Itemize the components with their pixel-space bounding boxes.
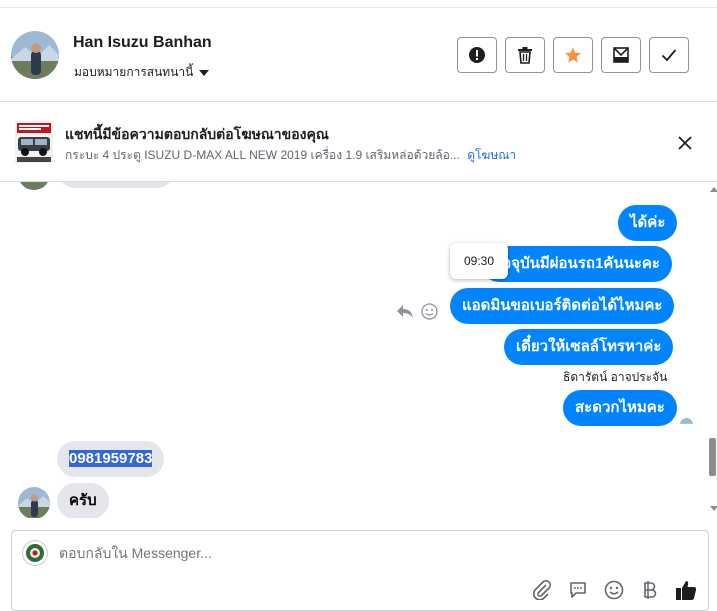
assign-label: มอบหมายการสนทนานี้ (74, 65, 194, 79)
star-icon (565, 47, 581, 63)
reply-input[interactable] (59, 545, 619, 561)
reply-icon[interactable] (396, 303, 414, 319)
archive-icon (613, 47, 629, 63)
message-composer (11, 530, 709, 611)
chevron-down-icon (199, 70, 210, 76)
trash-icon (518, 47, 532, 64)
sender-name-label: ธิดารัตน์ อาจประจัน (563, 370, 668, 384)
message-bubble-outgoing[interactable]: สะดวกไหมคะ (563, 390, 677, 426)
close-banner-button[interactable] (676, 134, 694, 152)
message-bubble-partial (57, 182, 175, 188)
report-icon (469, 47, 485, 63)
scroll-up-arrow[interactable] (710, 187, 717, 192)
message-bubble-outgoing[interactable]: เดี๋ยวให้เซลล์โทรหาค่ะ (504, 329, 674, 365)
contact-avatar[interactable] (11, 31, 59, 79)
payment-button[interactable] (639, 579, 661, 601)
emoji-button[interactable] (603, 579, 625, 601)
ad-banner-title: แชทนี้มีข้อความตอบกลับต่อโฆษณาของคุณ (65, 126, 329, 142)
message-bubble-incoming[interactable]: 0981959783 (57, 441, 165, 477)
view-ad-link[interactable]: ดูโฆษณา (467, 148, 516, 162)
close-icon (678, 136, 692, 150)
scrollbar-thumb[interactable] (709, 438, 716, 476)
page-avatar (22, 540, 48, 566)
thumbs-up-icon (676, 581, 697, 600)
phone-number-text[interactable]: 0981959783 (69, 450, 153, 467)
react-emoji-icon[interactable] (421, 303, 438, 320)
avatar[interactable] (18, 487, 50, 518)
baht-icon (644, 581, 657, 599)
message-bubble-outgoing[interactable]: ได้ค่ะ (618, 205, 678, 241)
smiley-icon (604, 580, 624, 600)
conversation-header: Han Isuzu Banhan มอบหมายการสนทนานี้ (0, 8, 717, 102)
check-icon (661, 49, 677, 62)
ad-reply-banner: แชทนี้มีข้อความตอบกลับต่อโฆษณาของคุณ กระ… (0, 102, 717, 182)
timestamp-tooltip: 09:30 (450, 243, 508, 279)
delete-button[interactable] (505, 37, 545, 73)
mark-done-button[interactable] (649, 37, 689, 73)
message-bubble-incoming[interactable]: ครับ (57, 483, 109, 518)
message-thread[interactable]: ได้ค่ะ ปัจจุบันมีผ่อนรถ1คันนะคะ แอดมินขอ… (0, 182, 717, 518)
message-bubble-outgoing[interactable]: แอดมินขอเบอร์ติดต่อได้ไหมคะ (450, 288, 675, 324)
report-button[interactable] (457, 37, 497, 73)
star-button[interactable] (553, 37, 593, 73)
archive-button[interactable] (601, 37, 641, 73)
saved-replies-button[interactable] (567, 579, 589, 601)
attach-button[interactable] (531, 579, 553, 601)
read-receipt-avatar (680, 418, 693, 424)
contact-name[interactable]: Han Isuzu Banhan (73, 34, 212, 52)
ad-thumbnail[interactable] (15, 121, 53, 163)
ad-description: กระบะ 4 ประตู ISUZU D-MAX ALL NEW 2019 เ… (65, 148, 460, 162)
scroll-down-arrow[interactable] (710, 506, 717, 511)
paperclip-icon (533, 580, 552, 600)
ad-banner-subtitle: กระบะ 4 ประตู ISUZU D-MAX ALL NEW 2019 เ… (65, 146, 516, 165)
message-bubble-outgoing[interactable]: ปัจจุบันมีผ่อนรถ1คันนะคะ (481, 246, 672, 282)
chat-bubble-icon (570, 582, 586, 598)
assign-conversation-dropdown[interactable]: มอบหมายการสนทนานี้ (74, 63, 210, 82)
like-button[interactable] (675, 579, 697, 601)
avatar (18, 182, 50, 190)
